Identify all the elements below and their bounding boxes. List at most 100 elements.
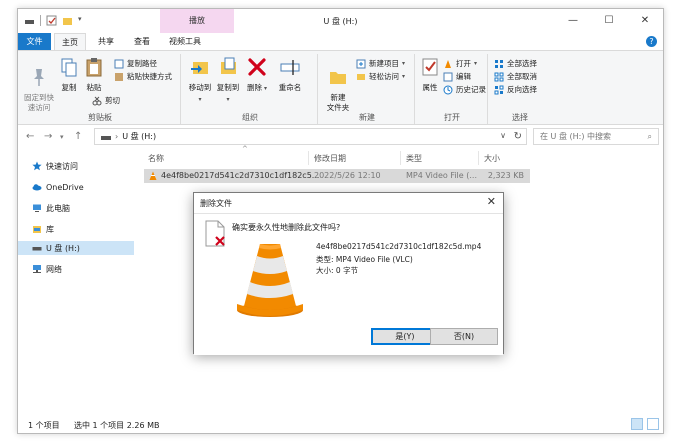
move-to-icon [191,62,208,74]
file-date: 2022/5/26 12:10 [314,171,381,180]
usb-drive-icon [32,247,42,251]
tab-video-tools[interactable]: 视频工具 [162,33,208,50]
vlc-file-icon [149,171,157,180]
rename-icon [280,60,300,75]
library-icon [33,226,41,233]
copy-to-icon [221,57,236,74]
cloud-icon [32,184,42,191]
tab-home[interactable]: 主页 [54,33,86,50]
column-header-date[interactable]: 修改日期 [314,153,346,164]
delete-x-icon [248,58,266,76]
address-dropdown-icon[interactable]: ∨ [500,131,506,140]
forward-arrow-icon[interactable]: → [44,131,52,142]
minimize-button[interactable]: — [555,9,591,33]
copy-button[interactable]: 复制 [58,56,80,93]
clipboard-group: 固定到快 速访问 复制 粘贴 复制路径 粘贴快捷方式 剪切 剪贴板 [20,54,181,124]
copy-to-button[interactable]: 复制到 ▾ [215,56,241,105]
easy-access-icon [357,73,365,80]
sidebar-item-usb-drive[interactable]: U 盘 (H:) [18,241,134,255]
delete-button[interactable]: 删除 ▾ [245,56,269,94]
address-bar[interactable]: › U 盘 (H:) ∨ ↻ [94,128,527,145]
recent-dropdown-icon[interactable]: ▾ [60,133,64,141]
yes-button[interactable]: 是(Y) [371,328,439,345]
delete-file-icon [205,220,225,247]
easy-access-button[interactable]: 轻松访问 ▾ [356,71,405,82]
details-view-button[interactable] [631,418,643,430]
divider [400,151,401,165]
paste-shortcut-button[interactable]: 粘贴快捷方式 [114,71,172,82]
organize-group-label: 组织 [242,113,258,122]
copy-icon [61,58,77,77]
select-group: 全部选择 全部取消 反向选择 选择 [490,54,550,124]
select-group-label: 选择 [512,113,528,122]
close-button[interactable]: ✕ [627,9,663,33]
column-header-size[interactable]: 大小 [484,153,500,164]
delete-file-dialog: 删除文件 ✕ 确实要永久性地删除此文件吗? 4e4f8be0217d541c2d… [193,192,504,355]
breadcrumb[interactable]: U 盘 (H:) [122,131,156,142]
dialog-file-size: 大小: 0 字节 [316,266,359,275]
paste-shortcut-icon [115,72,123,81]
large-icons-view-button[interactable] [647,418,659,430]
tab-share[interactable]: 共享 [90,33,122,50]
invert-selection-button[interactable]: 反向选择 [494,84,537,95]
divider [308,151,309,165]
properties-button[interactable]: 属性 [419,56,441,93]
dialog-body: 确实要永久性地删除此文件吗? 4e4f8be0217d541c2d7310c1d… [194,213,503,355]
open-group-label: 打开 [444,113,460,122]
up-arrow-icon[interactable]: ↑ [74,131,82,142]
dialog-close-button[interactable]: ✕ [487,195,496,208]
tab-view[interactable]: 查看 [126,33,158,50]
column-header-name[interactable]: 名称 [148,153,164,164]
vlc-cone-icon [237,244,303,317]
vlc-small-icon [445,59,451,68]
star-icon [32,161,42,171]
file-name: 4e4f8be0217d541c2d7310c1df182c5... [161,171,320,180]
sidebar-item-network[interactable]: 网络 [18,262,134,276]
organize-group: 移动到 ▾ 复制到 ▾ 删除 ▾ 重命名 组织 [183,54,318,124]
tab-file[interactable]: 文件 [18,33,51,50]
no-button[interactable]: 否(N) [430,328,498,345]
pin-quick-access-button[interactable]: 固定到快 速访问 [22,56,56,113]
invert-selection-icon [494,85,504,94]
dialog-title: 删除文件 [200,199,232,208]
sidebar-item-quick-access[interactable]: 快速访问 [18,159,134,173]
selection-info: 选中 1 个项目 2.26 MB [74,421,160,430]
rename-button[interactable]: 重命名 [275,56,305,93]
refresh-icon[interactable]: ↻ [514,131,522,142]
drive-small-icon [101,135,111,140]
edit-button[interactable]: 编辑 [443,71,471,82]
sidebar-item-onedrive[interactable]: OneDrive [18,180,134,194]
address-row: ← → ▾ ↑ › U 盘 (H:) ∨ ↻ 在 U 盘 (H:) 中搜索 ⌕ [18,125,663,149]
search-icon: ⌕ [647,132,652,141]
move-to-button[interactable]: 移动到 ▾ [187,56,213,105]
new-item-button[interactable]: 新建项目 ▾ [356,58,405,69]
title-bar: ▾ 播放 U 盘 (H:) — ☐ ✕ [18,9,663,33]
new-folder-button[interactable]: 新建 文件夹 [324,56,352,113]
breadcrumb-separator-icon: › [115,132,119,141]
back-arrow-icon[interactable]: ← [26,131,34,142]
table-row[interactable]: 4e4f8be0217d541c2d7310c1df182c5... 2022/… [144,169,530,183]
computer-icon [33,204,41,212]
cut-button[interactable]: 剪切 [92,95,120,106]
open-button[interactable]: 打开 ▾ [443,58,477,69]
ribbon: 固定到快 速访问 复制 粘贴 复制路径 粘贴快捷方式 剪切 剪贴板 移动到 ▾ … [18,50,663,125]
history-button[interactable]: 历史记录 [443,84,486,95]
dialog-file-type: 类型: MP4 Video File (VLC) [316,255,413,264]
paste-button[interactable]: 粘贴 [82,56,106,93]
search-input[interactable]: 在 U 盘 (H:) 中搜索 ⌕ [533,128,659,145]
item-count: 1 个项目 [28,421,60,430]
paste-icon [86,58,102,77]
help-icon[interactable]: ? [646,36,657,47]
navigation-pane: 快速访问 OneDrive 此电脑 库 U 盘 (H:) 网络 [18,149,134,414]
copy-path-button[interactable]: 复制路径 [114,58,157,69]
select-all-button[interactable]: 全部选择 [494,58,537,69]
maximize-button[interactable]: ☐ [591,9,627,33]
network-icon [33,265,41,273]
ribbon-tabs: 文件 主页 共享 查看 视频工具 ? [18,33,663,50]
sidebar-item-this-pc[interactable]: 此电脑 [18,201,134,215]
status-bar: 1 个项目 选中 1 个项目 2.26 MB [18,414,663,433]
sidebar-item-libraries[interactable]: 库 [18,222,134,236]
select-none-button[interactable]: 全部取消 [494,71,537,82]
column-header-type[interactable]: 类型 [406,153,422,164]
sort-arrow-icon: ^ [242,145,248,153]
